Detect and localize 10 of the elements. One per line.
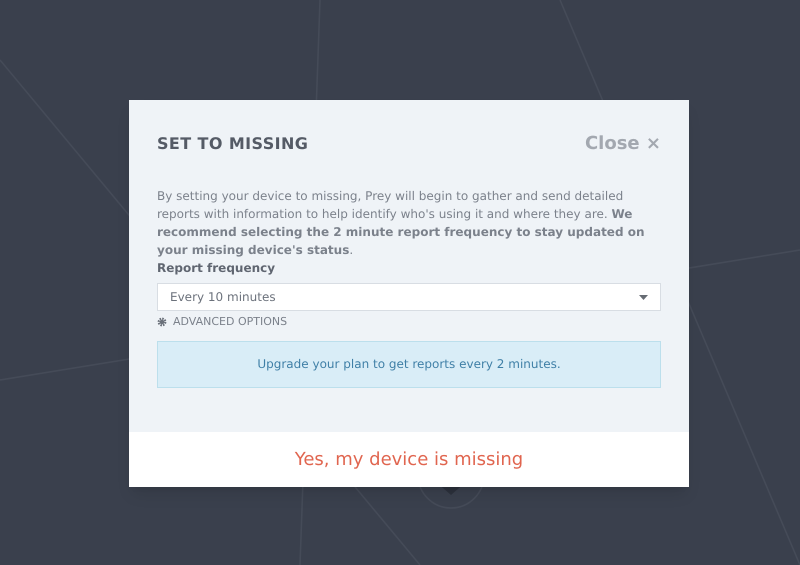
- confirm-button[interactable]: Yes, my device is missing: [129, 432, 689, 486]
- close-button[interactable]: Close ×: [584, 130, 661, 157]
- field-label: Report frequency: [157, 260, 276, 277]
- gear-icon: [157, 317, 167, 328]
- dialog-title: SET TO MISSING: [157, 132, 308, 154]
- advanced-options-link[interactable]: ADVANCED OPTIONS: [157, 314, 288, 330]
- description-text: By setting your device to missing, Prey will begin to gather and send detailed reports with information to help identify who's using it and where they are. We recommend selecting the 2 minute report frequency to stay updated on your missing device's status.: [157, 188, 646, 259]
- upgrade-notice: Upgrade your plan to get reports every 2 minutes.: [157, 340, 661, 388]
- caret-icon: [639, 294, 648, 300]
- frequency-select[interactable]: Every 10 minutes: [157, 283, 661, 311]
